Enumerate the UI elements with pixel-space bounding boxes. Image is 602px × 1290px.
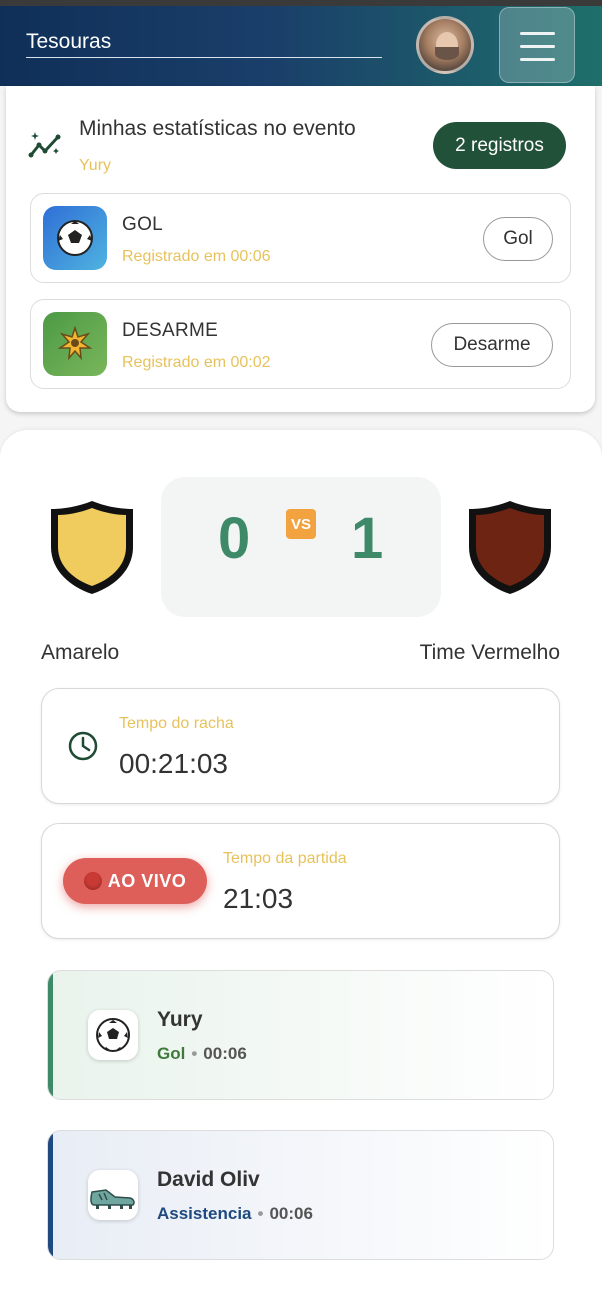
stats-title: Minhas estatísticas no evento (79, 117, 356, 140)
clock-icon (68, 731, 98, 761)
match-time-box: AO VIVO Tempo da partida 21:03 (41, 823, 560, 939)
event-meta: Assistencia • 00:06 (157, 1204, 313, 1223)
stat-row-gol: GOL Registrado em 00:06 Gol (30, 193, 571, 283)
match-time-label: Tempo da partida (223, 850, 347, 867)
event-type: Assistencia (157, 1204, 252, 1223)
desarme-button[interactable]: Desarme (431, 323, 553, 367)
home-score: 0 (218, 506, 251, 571)
session-time-label: Tempo do racha (119, 715, 234, 732)
stat-name: DESARME (122, 320, 219, 341)
cleat-icon (88, 1170, 138, 1220)
event-item[interactable]: David Oliv Assistencia • 00:06 (47, 1130, 554, 1260)
menu-button[interactable] (499, 7, 575, 83)
stat-name: GOL (122, 214, 164, 235)
event-time: 00:06 (269, 1204, 313, 1223)
away-team-shield-icon (469, 501, 551, 594)
home-team-name: Amarelo (41, 641, 120, 664)
title-underline (26, 57, 382, 58)
records-count-badge: 2 registros (433, 122, 566, 169)
gol-button[interactable]: Gol (483, 217, 553, 261)
my-stats-card: Minhas estatísticas no evento Yury 2 reg… (6, 86, 595, 412)
page-title[interactable]: Tesouras (26, 30, 111, 54)
event-player: Yury (157, 1008, 203, 1031)
stat-row-desarme: DESARME Registrado em 00:02 Desarme (30, 299, 571, 389)
scoreboard: 0 VS 1 (161, 477, 441, 617)
trend-sparkle-icon (28, 132, 61, 158)
hamburger-icon-line (520, 58, 555, 61)
stat-time: Registrado em 00:02 (122, 354, 271, 371)
event-accent-bar (48, 1131, 53, 1259)
event-type: Gol (157, 1044, 186, 1063)
live-badge: AO VIVO (63, 858, 207, 904)
avatar-beard (435, 47, 459, 60)
match-card: 0 VS 1 Amarelo Time Vermelho Tempo do ra… (0, 430, 602, 1290)
stats-player-name: Yury (79, 157, 112, 174)
hamburger-icon-line (520, 45, 555, 48)
vs-badge: VS (286, 509, 316, 539)
home-team-shield-icon (51, 501, 133, 594)
session-time-value: 00:21:03 (119, 748, 228, 779)
event-item[interactable]: Yury Gol • 00:06 (47, 970, 554, 1100)
soccer-ball-icon (88, 1010, 138, 1060)
stat-time: Registrado em 00:06 (122, 248, 271, 265)
away-score: 1 (351, 506, 384, 571)
event-meta: Gol • 00:06 (157, 1044, 247, 1063)
event-player: David Oliv (157, 1168, 260, 1191)
hamburger-icon (520, 32, 555, 35)
live-label: AO VIVO (107, 870, 187, 891)
away-team-name: Time Vermelho (419, 641, 560, 664)
event-time: 00:06 (203, 1044, 247, 1063)
session-time-box: Tempo do racha 00:21:03 (41, 688, 560, 804)
app-header: Tesouras (0, 0, 602, 86)
event-accent-bar (48, 971, 53, 1099)
soccer-ball-icon (43, 206, 107, 270)
avatar[interactable] (416, 16, 474, 74)
status-strip (0, 0, 602, 6)
gear-star-icon (43, 312, 107, 376)
match-time-value: 21:03 (223, 883, 294, 914)
record-dot-icon (83, 872, 102, 890)
